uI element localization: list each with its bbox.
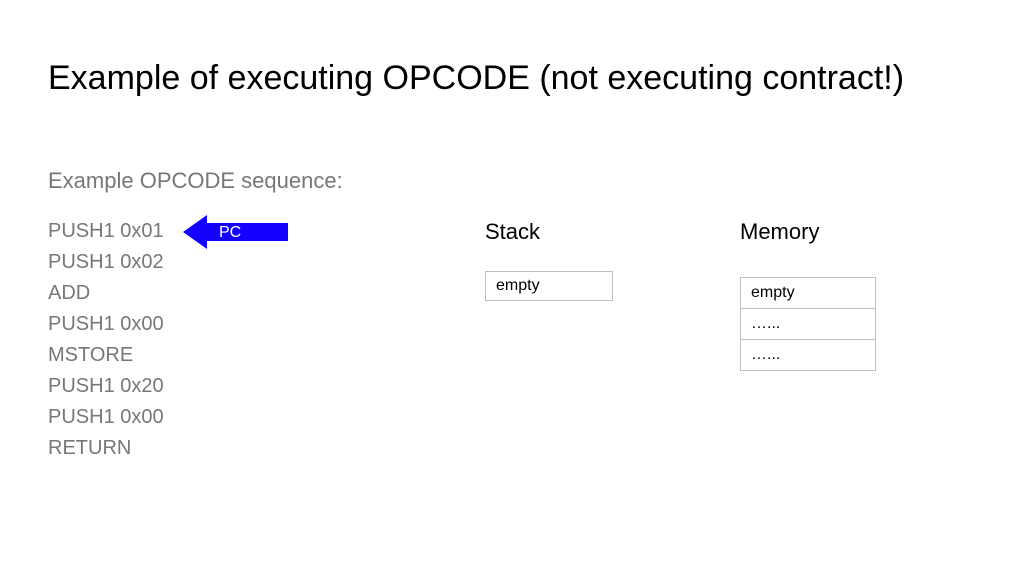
stack-box: empty	[485, 271, 613, 301]
memory-cell: …...	[741, 340, 875, 370]
opcode-line: PUSH1 0x00	[48, 309, 164, 340]
opcode-line: MSTORE	[48, 340, 164, 371]
opcode-line: RETURN	[48, 433, 164, 464]
program-counter-arrow: PC	[183, 215, 288, 249]
opcode-line: PUSH1 0x01	[48, 216, 164, 247]
stack-cell: empty	[486, 272, 612, 300]
stack-heading: Stack	[485, 219, 540, 245]
opcode-line: PUSH1 0x02	[48, 247, 164, 278]
memory-heading: Memory	[740, 219, 819, 245]
pc-label: PC	[219, 224, 241, 241]
slide-title: Example of executing OPCODE (not executi…	[48, 56, 904, 100]
opcode-sequence-subtitle: Example OPCODE sequence:	[48, 168, 343, 194]
memory-cell: …...	[741, 309, 875, 340]
opcode-line: PUSH1 0x00	[48, 402, 164, 433]
opcode-list: PUSH1 0x01 PUSH1 0x02 ADD PUSH1 0x00 MST…	[48, 216, 164, 464]
opcode-line: PUSH1 0x20	[48, 371, 164, 402]
memory-box: empty …... …...	[740, 277, 876, 371]
opcode-line: ADD	[48, 278, 164, 309]
memory-cell: empty	[741, 278, 875, 309]
